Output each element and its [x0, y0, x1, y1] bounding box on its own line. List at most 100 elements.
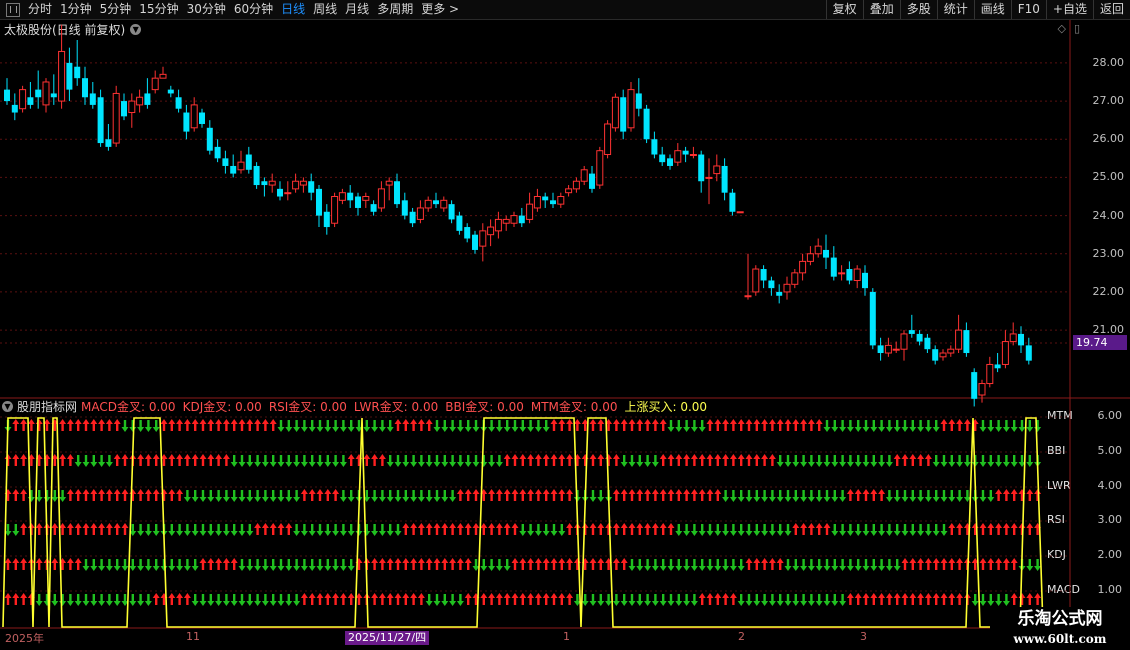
signal-arrow-1-56	[441, 455, 449, 467]
candle-body-48	[377, 188, 385, 209]
signal-arrow-2-121	[948, 490, 956, 502]
signal-arrow-5-94	[737, 594, 745, 606]
signal-arrow-3-117	[917, 524, 925, 536]
signal-arrow-2-8	[66, 489, 74, 501]
signal-arrow-3-26	[207, 524, 215, 536]
signal-arrow-5-131	[1026, 593, 1034, 605]
signal-arrow-0-30	[238, 419, 246, 431]
signal-arrow-0-87	[683, 420, 691, 432]
signal-arrow-3-120	[940, 524, 948, 536]
signal-arrow-1-112	[878, 455, 886, 467]
signal-arrow-3-52	[410, 523, 418, 535]
signal-arrow-1-0	[4, 454, 12, 466]
signal-arrow-4-121	[948, 558, 956, 570]
signal-arrow-5-25	[199, 594, 207, 606]
signal-arrow-2-29	[230, 490, 238, 502]
signal-arrow-1-53	[417, 455, 425, 467]
signal-arrow-4-122	[956, 558, 964, 570]
signal-arrow-0-92	[722, 419, 730, 431]
signal-arrow-1-36	[285, 455, 293, 467]
signal-arrow-4-27	[215, 558, 223, 570]
signal-arrow-4-48	[378, 558, 386, 570]
signal-arrow-1-96	[753, 454, 761, 466]
signal-arrow-1-115	[901, 454, 909, 466]
signal-arrow-0-41	[324, 420, 332, 432]
signal-arrow-1-87	[683, 454, 691, 466]
signal-arrow-0-83	[651, 419, 659, 431]
candle-body-80	[627, 89, 635, 129]
signal-arrow-1-25	[199, 454, 207, 466]
signal-arrow-5-91	[714, 593, 722, 605]
signal-arrow-4-2	[20, 558, 28, 570]
signal-arrow-2-82	[644, 489, 652, 501]
signal-arrow-2-103	[807, 490, 815, 502]
signal-arrow-0-109	[854, 420, 862, 432]
signal-arrow-5-72	[566, 593, 574, 605]
signal-arrow-5-132	[1034, 593, 1042, 605]
signal-arrow-2-90	[706, 489, 714, 501]
signal-arrow-5-12	[98, 594, 106, 606]
signal-arrow-3-34	[269, 523, 277, 535]
date-tick-3: 2	[738, 630, 745, 643]
candle-body-111	[869, 291, 876, 346]
signal-arrow-3-84	[659, 523, 667, 535]
signal-arrow-4-109	[854, 559, 862, 571]
signal-arrow-3-38	[300, 524, 308, 536]
signal-arrow-5-8	[66, 594, 74, 606]
signal-arrow-3-122	[956, 523, 964, 535]
candle-body-7	[58, 50, 66, 102]
signal-arrow-0-121	[948, 419, 956, 431]
signal-arrow-1-40	[316, 455, 324, 467]
signal-arrow-1-79	[620, 455, 628, 467]
signal-arrow-4-31	[246, 559, 254, 571]
signal-arrow-2-67	[527, 489, 535, 501]
signal-arrow-3-68	[534, 524, 542, 536]
signal-arrow-3-66	[519, 524, 527, 536]
signal-arrow-3-100	[784, 524, 792, 536]
signal-arrow-0-108	[846, 420, 854, 432]
candle-body-14	[112, 92, 120, 144]
date-cursor: 2025/11/27/四	[345, 631, 430, 645]
signal-arrow-2-39	[308, 489, 316, 501]
signal-arrow-3-10	[82, 523, 90, 535]
signal-arrow-0-130	[1018, 420, 1026, 432]
signal-arrow-4-63	[495, 559, 503, 571]
signal-arrow-4-55	[433, 558, 441, 570]
signal-arrow-5-92	[722, 593, 730, 605]
signal-arrow-1-37	[293, 455, 301, 467]
signal-arrow-0-72	[566, 419, 574, 431]
signal-arrow-4-120	[940, 558, 948, 570]
signal-arrow-4-21	[168, 559, 176, 571]
signal-arrow-4-30	[238, 559, 246, 571]
signal-arrow-2-86	[675, 489, 683, 501]
signal-arrow-4-76	[597, 558, 605, 570]
signal-arrow-3-79	[620, 523, 628, 535]
signal-arrow-0-66	[519, 420, 527, 432]
signal-arrow-5-9	[74, 594, 82, 606]
signal-arrow-3-27	[215, 524, 223, 536]
signal-arrow-4-86	[675, 559, 683, 571]
signal-arrow-2-65	[511, 489, 519, 501]
signal-arrow-4-75	[589, 558, 597, 570]
signal-arrow-0-132	[1034, 420, 1042, 432]
signal-arrow-3-1	[12, 524, 20, 536]
chart-canvas[interactable]	[0, 0, 1130, 650]
signal-arrow-0-103	[807, 419, 815, 431]
candle-body-31	[245, 154, 252, 170]
candle-body-21	[167, 89, 174, 94]
signal-arrow-5-85	[667, 594, 675, 606]
signal-arrow-3-118	[924, 524, 932, 536]
candle-body-27	[214, 146, 221, 159]
signal-arrow-4-61	[480, 559, 488, 571]
candle-body-18	[144, 93, 151, 105]
signal-arrow-0-99	[776, 419, 784, 431]
signal-arrow-2-55	[433, 490, 441, 502]
signal-arrow-5-10	[82, 594, 90, 606]
candle-body-10	[82, 78, 88, 98]
signal-arrow-5-119	[932, 593, 940, 605]
signal-arrow-3-107	[839, 524, 847, 536]
candle-body-79	[620, 97, 627, 132]
signal-arrow-3-93	[729, 524, 737, 536]
signal-arrow-1-9	[74, 455, 82, 467]
signal-arrow-4-127	[995, 558, 1003, 570]
